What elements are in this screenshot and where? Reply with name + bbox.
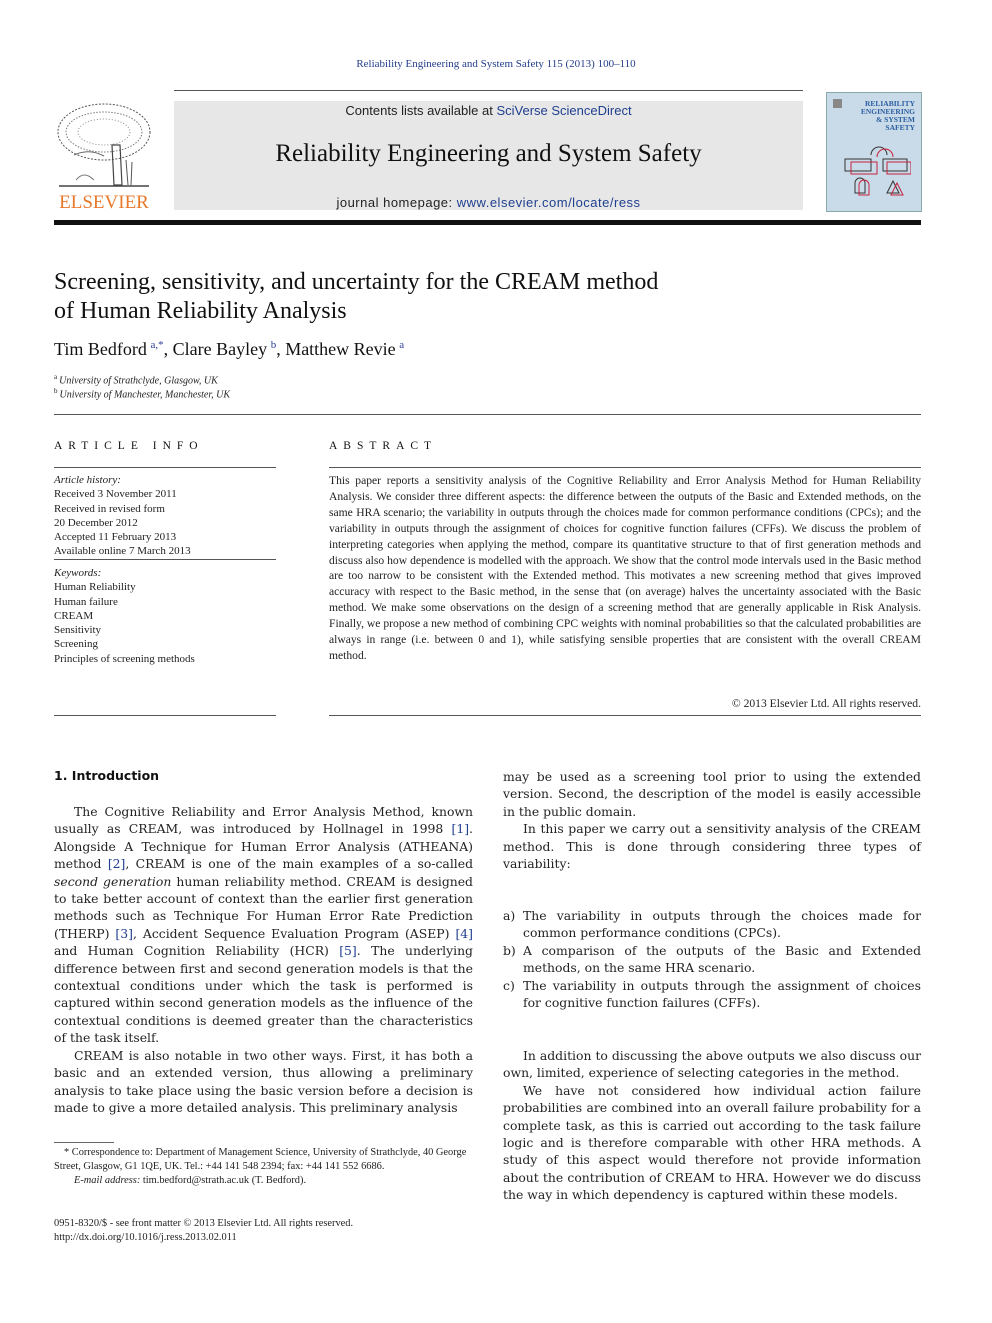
correspondence-footnote: * Correspondence to: Department of Manag… bbox=[54, 1146, 474, 1189]
contents-prefix: Contents lists available at bbox=[345, 103, 497, 118]
abstract-text: This paper reports a sensitivity analysi… bbox=[329, 474, 921, 662]
email-label: E-mail address: bbox=[74, 1175, 141, 1187]
keyword: Human Reliability bbox=[54, 581, 136, 594]
citation-link[interactable]: [5] bbox=[339, 943, 357, 958]
keyword: Principles of screening methods bbox=[54, 652, 195, 665]
history-item: Accepted 11 February 2013 bbox=[54, 531, 177, 544]
emphasis-text: second generation bbox=[54, 873, 172, 889]
list-item: a) The variability in outputs through the… bbox=[503, 907, 921, 942]
citation-link[interactable]: [4] bbox=[455, 926, 473, 941]
right-column: may be used as a screening tool prior to… bbox=[503, 768, 921, 872]
text-run: , Accident Sequence Evaluation Program (… bbox=[132, 925, 456, 941]
header-rule bbox=[174, 90, 803, 91]
article-history: Article history: Received 3 November 201… bbox=[54, 473, 276, 559]
author-affiliation-mark[interactable]: a,* bbox=[150, 339, 163, 351]
affiliation-mark: b bbox=[54, 387, 58, 395]
list-item: c) The variability in outputs through the… bbox=[503, 977, 921, 1012]
intro-paragraph: CREAM is also notable in two other ways.… bbox=[54, 1047, 473, 1115]
text-run: , CREAM is one of the main examples of a… bbox=[125, 856, 474, 872]
sciencedirect-link[interactable]: SciVerse ScienceDirect bbox=[496, 103, 631, 118]
author-name[interactable]: Clare Bayley bbox=[173, 339, 267, 359]
right-column-continued: In addition to discussing the above outp… bbox=[503, 1047, 921, 1204]
history-label: Article history: bbox=[54, 474, 121, 486]
list-label: b) bbox=[503, 942, 516, 958]
homepage-line: journal homepage: www.elsevier.com/locat… bbox=[174, 195, 803, 210]
article-info-rule bbox=[54, 467, 276, 468]
author-name[interactable]: Matthew Revie bbox=[285, 339, 395, 359]
history-item: Received 3 November 2011 bbox=[54, 488, 177, 501]
article-info-rule bbox=[54, 715, 276, 716]
affiliation: b University of Manchester, Manchester, … bbox=[54, 387, 230, 400]
cover-title: RELIABILITY ENGINEERING & SYSTEM SAFETY bbox=[861, 100, 915, 132]
author-affiliation-mark[interactable]: a bbox=[399, 339, 404, 351]
keyword: Screening bbox=[54, 638, 98, 651]
list-item: b) A comparison of the outputs of the Bas… bbox=[503, 942, 921, 977]
cover-publisher-icon bbox=[833, 99, 842, 108]
intro-paragraph: In addition to discussing the above outp… bbox=[503, 1048, 921, 1081]
correspondence-text: * Correspondence to: Department of Manag… bbox=[54, 1147, 467, 1173]
intro-paragraph: We have not considered how individual ac… bbox=[503, 1082, 921, 1203]
left-column: The Cognitive Reliability and Error Anal… bbox=[54, 803, 473, 1116]
header-thick-rule bbox=[54, 220, 921, 225]
list-text: The variability in outputs through the a… bbox=[523, 977, 921, 1011]
cover-title-line: SAFETY bbox=[885, 123, 915, 132]
text-run: and Human Cognition Reliability (HCR) bbox=[54, 943, 340, 959]
doi-link[interactable]: http://dx.doi.org/10.1016/j.ress.2013.02… bbox=[54, 1231, 474, 1245]
author-affiliation-mark[interactable]: b bbox=[271, 339, 277, 351]
variability-list: a) The variability in outputs through the… bbox=[503, 907, 921, 1011]
email-address[interactable]: tim.bedford@strath.ac.uk (T. Bedford). bbox=[140, 1175, 306, 1186]
intro-paragraph: In this paper we carry out a sensitivity… bbox=[503, 821, 921, 872]
article-info-heading: ARTICLE INFO bbox=[54, 440, 204, 452]
affiliation-text: University of Strathclyde, Glasgow, UK bbox=[59, 375, 218, 387]
affiliation-text: University of Manchester, Manchester, UK bbox=[59, 389, 231, 401]
front-matter-rule bbox=[54, 414, 921, 415]
list-label: a) bbox=[503, 908, 516, 923]
author-name[interactable]: Tim Bedford bbox=[54, 339, 147, 359]
elsevier-wordmark: ELSEVIER bbox=[59, 192, 149, 213]
contents-line: Contents lists available at SciVerse Sci… bbox=[174, 103, 803, 118]
keyword: Human failure bbox=[54, 595, 118, 608]
journal-cover-thumbnail[interactable]: RELIABILITY ENGINEERING & SYSTEM SAFETY bbox=[826, 92, 922, 212]
section-heading-introduction: 1. Introduction bbox=[54, 768, 160, 783]
citation-link[interactable]: [1] bbox=[451, 821, 469, 836]
journal-reference[interactable]: Reliability Engineering and System Safet… bbox=[0, 58, 992, 70]
abstract-copyright: © 2013 Elsevier Ltd. All rights reserved… bbox=[731, 697, 921, 710]
intro-paragraph: The Cognitive Reliability and Error Anal… bbox=[54, 803, 473, 1047]
email-footnote: E-mail address: tim.bedford@strath.ac.uk… bbox=[54, 1174, 474, 1188]
intro-paragraph: may be used as a screening tool prior to… bbox=[503, 769, 921, 819]
keyword: Sensitivity bbox=[54, 624, 102, 637]
paper-title-line: Screening, sensitivity, and uncertainty … bbox=[54, 269, 659, 295]
abstract-heading: ABSTRACT bbox=[329, 440, 438, 452]
homepage-link[interactable]: www.elsevier.com/locate/ress bbox=[457, 195, 641, 210]
homepage-prefix: journal homepage: bbox=[336, 195, 457, 210]
citation-link[interactable]: [2] bbox=[108, 856, 126, 871]
issn-line: 0951-8320/$ - see front matter © 2013 El… bbox=[54, 1218, 354, 1229]
history-item: Received in revised form bbox=[54, 502, 165, 515]
cover-diagram-icon bbox=[844, 146, 911, 196]
abstract-rule bbox=[329, 467, 921, 468]
text-run: . The underlying difference between firs… bbox=[54, 943, 473, 1046]
keywords-label: Keywords: bbox=[54, 567, 102, 579]
affiliation-mark: a bbox=[54, 373, 58, 381]
affiliation: a University of Strathclyde, Glasgow, UK bbox=[54, 373, 218, 386]
list-text: A comparison of the outputs of the Basic… bbox=[523, 942, 921, 976]
list-text: The variability in outputs through the c… bbox=[523, 908, 921, 941]
citation-link[interactable]: [3] bbox=[115, 926, 133, 941]
journal-title: Reliability Engineering and System Safet… bbox=[275, 140, 702, 167]
history-item: 20 December 2012 bbox=[54, 516, 138, 529]
list-label: c) bbox=[503, 977, 515, 993]
text-run: The Cognitive Reliability and Error Anal… bbox=[54, 804, 473, 837]
footnote-rule bbox=[54, 1142, 114, 1143]
article-info-rule bbox=[54, 559, 276, 560]
keywords: Keywords: Human Reliability Human failur… bbox=[54, 566, 276, 666]
paper-title-line: of Human Reliability Analysis bbox=[54, 298, 347, 324]
history-item: Available online 7 March 2013 bbox=[54, 545, 191, 558]
author-list: Tim Bedford a,*, Clare Bayley b, Matthew… bbox=[54, 339, 405, 359]
abstract-rule bbox=[329, 715, 921, 716]
paper-title: Screening, sensitivity, and uncertainty … bbox=[54, 268, 814, 326]
keyword: CREAM bbox=[54, 609, 94, 622]
